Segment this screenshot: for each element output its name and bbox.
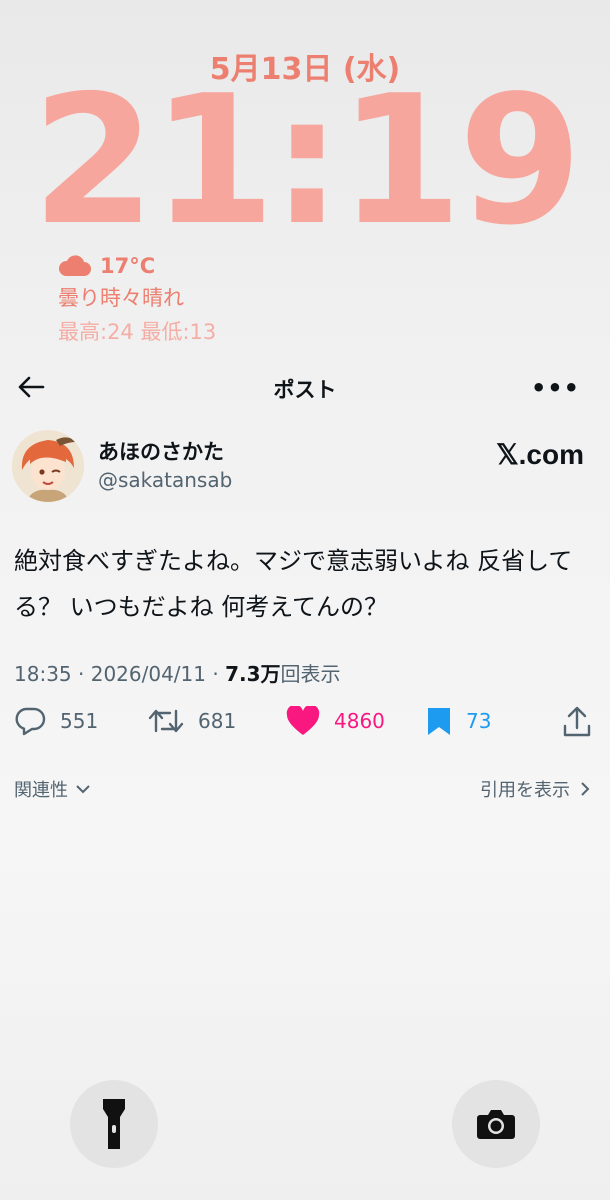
flashlight-button[interactable] [70,1080,158,1168]
quotes-label: 引用を表示 [480,780,570,801]
weather-condition: 曇り時々晴れ [58,286,184,310]
author-handle[interactable]: @sakatansab [98,468,232,492]
bookmark-icon [428,708,450,735]
avatar[interactable] [12,430,84,502]
action-bar: 551 681 4860 73 [0,706,610,746]
tweet-meta: 18:35 · 2026/04/11 · 7.3万回表示 [14,662,341,686]
view-quotes-link[interactable]: 引用を表示 [480,776,592,802]
like-count: 4860 [334,709,385,733]
chevron-right-icon [581,782,590,796]
camera-button[interactable] [452,1080,540,1168]
reply-count: 551 [60,709,99,733]
relevance-label: 関連性 [14,780,68,801]
lock-time: 21:19 [31,57,583,264]
weather-temp: 17°C [100,254,156,278]
cloud-icon [58,255,91,276]
flashlight-icon [103,1099,125,1149]
author-name[interactable]: あほのさかた [98,436,224,466]
tweet-time: 18:35 [14,662,72,686]
share-icon [563,706,591,737]
share-button[interactable] [562,706,606,738]
like-button[interactable]: 4860 [286,706,385,736]
reply-icon [15,707,46,736]
post-header: ポスト ••• [0,366,610,408]
reply-button[interactable]: 551 [14,706,98,736]
bookmark-button[interactable]: 73 [426,706,491,736]
chevron-down-icon [76,785,90,794]
repost-count: 681 [198,709,237,733]
heart-icon [286,706,320,735]
sort-relevance-dropdown[interactable]: 関連性 [14,776,92,802]
bookmark-count: 73 [466,709,492,733]
more-icon[interactable]: ••• [531,374,580,402]
x-logo-source: 𝕏.com [496,439,584,470]
repost-button[interactable]: 681 [148,706,236,736]
page-title: ポスト [273,378,337,402]
weather-hilo: 最高:24 最低:13 [58,320,217,344]
repost-icon [148,709,184,733]
view-label: 回表示 [280,662,341,686]
weather-widget[interactable]: 17°C 曇り時々晴れ 最高:24 最低:13 [58,254,216,346]
view-count: 7.3万 [225,662,281,686]
avatar-illustration [12,430,84,502]
tweet-text: 絶対食べすぎたよね。マジで意志弱いよね 反省してる？ いつもだよね 何考えてんの… [14,547,573,621]
tweet-date: 2026/04/11 [90,662,206,686]
camera-icon [477,1110,515,1139]
